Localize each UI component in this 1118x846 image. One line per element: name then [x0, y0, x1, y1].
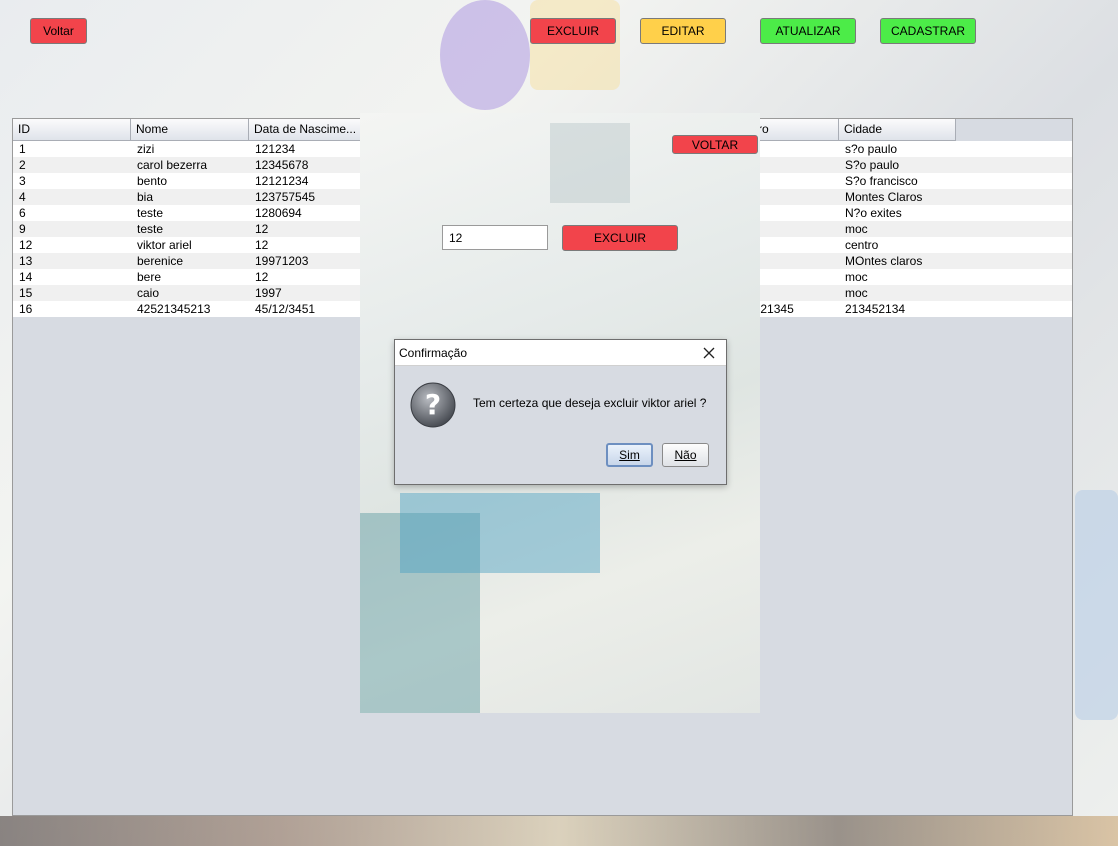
table-cell-nome: zizi	[137, 142, 155, 156]
table-cell-nasc: 12345678	[255, 158, 309, 172]
id-input[interactable]	[442, 225, 548, 250]
sim-button[interactable]: Sim	[606, 443, 653, 467]
table-cell-cidade: N?o exites	[845, 206, 902, 220]
table-cell-id: 6	[19, 206, 26, 220]
background-decor	[550, 123, 630, 203]
dialog-titlebar: Confirmação	[395, 340, 726, 366]
table-cell-nasc: 12	[255, 222, 269, 236]
table-cell-nasc: 1997	[255, 286, 282, 300]
table-cell-nome: caio	[137, 286, 160, 300]
table-cell-nasc: 12121234	[255, 174, 309, 188]
table-cell-nome: bento	[137, 174, 168, 188]
atualizar-button[interactable]: ATUALIZAR	[760, 18, 856, 44]
table-cell-nasc: 19971203	[255, 254, 309, 268]
editar-button[interactable]: EDITAR	[640, 18, 726, 44]
close-icon[interactable]	[696, 342, 722, 364]
table-cell-id: 15	[19, 286, 33, 300]
background-decor	[530, 0, 620, 90]
table-cell-nome: teste	[137, 206, 164, 220]
table-cell-cidade: s?o paulo	[845, 142, 898, 156]
table-cell-id: 16	[19, 302, 33, 316]
sim-button-label: Sim	[619, 448, 640, 462]
table-cell-id: 13	[19, 254, 33, 268]
column-header-cidade[interactable]: Cidade	[839, 119, 956, 141]
table-cell-cidade: S?o francisco	[845, 174, 918, 188]
table-cell-id: 1	[19, 142, 26, 156]
table-cell-cidade: moc	[845, 270, 868, 284]
table-cell-nasc: 12	[255, 270, 269, 284]
table-cell-cidade: moc	[845, 222, 868, 236]
dialog-title: Confirmação	[399, 345, 468, 360]
background-decor	[0, 816, 1118, 846]
table-cell-id: 14	[19, 270, 33, 284]
cadastrar-button[interactable]: CADASTRAR	[880, 18, 976, 44]
excluir-button[interactable]: EXCLUIR	[530, 18, 616, 44]
confirmation-dialog: Confirmação ? Tem certeza que deseja exc…	[394, 339, 727, 485]
column-header-nome[interactable]: Nome	[131, 119, 249, 141]
table-cell-id: 4	[19, 190, 26, 204]
table-cell-cidade: S?o paulo	[845, 158, 900, 172]
table-cell-nome: carol bezerra	[137, 158, 208, 172]
table-cell-nome: bia	[137, 190, 154, 204]
background-decor	[400, 493, 600, 573]
svg-text:?: ?	[425, 388, 441, 421]
table-cell-id: 2	[19, 158, 26, 172]
table-cell-id: 3	[19, 174, 26, 188]
voltar-button[interactable]: Voltar	[30, 18, 87, 44]
table-cell-nome: viktor ariel	[137, 238, 192, 252]
table-cell-id: 12	[19, 238, 33, 252]
table-cell-cidade: Montes Claros	[845, 190, 923, 204]
column-header-id[interactable]: ID	[13, 119, 131, 141]
table-cell-nasc: 121234	[255, 142, 296, 156]
table-cell-cidade: MOntes claros	[845, 254, 923, 268]
voltar-dialog-button[interactable]: VOLTAR	[672, 135, 758, 154]
table-cell-nasc: 12	[255, 238, 269, 252]
nao-button[interactable]: Não	[662, 443, 709, 467]
question-icon: ?	[410, 382, 456, 428]
background-decor	[1075, 490, 1118, 720]
nao-button-label: Não	[674, 448, 697, 462]
table-cell-cidade: moc	[845, 286, 868, 300]
column-header-data-nascimento[interactable]: Data de Nascime...	[249, 119, 367, 141]
table-cell-nome: berenice	[137, 254, 184, 268]
table-cell-id: 9	[19, 222, 26, 236]
background-decor	[440, 0, 530, 110]
table-cell-nasc: 1280694	[255, 206, 302, 220]
table-cell-cidade: 213452134	[845, 302, 906, 316]
dialog-message: Tem certeza que deseja excluir viktor ar…	[473, 396, 707, 410]
excluir-confirm-button[interactable]: EXCLUIR	[562, 225, 678, 251]
table-cell-nome: teste	[137, 222, 164, 236]
table-cell-nome: 42521345213	[137, 302, 211, 316]
table-cell-cidade: centro	[845, 238, 879, 252]
table-cell-nome: bere	[137, 270, 162, 284]
table-cell-nasc: 45/12/3451	[255, 302, 316, 316]
table-cell-nasc: 123757545	[255, 190, 316, 204]
